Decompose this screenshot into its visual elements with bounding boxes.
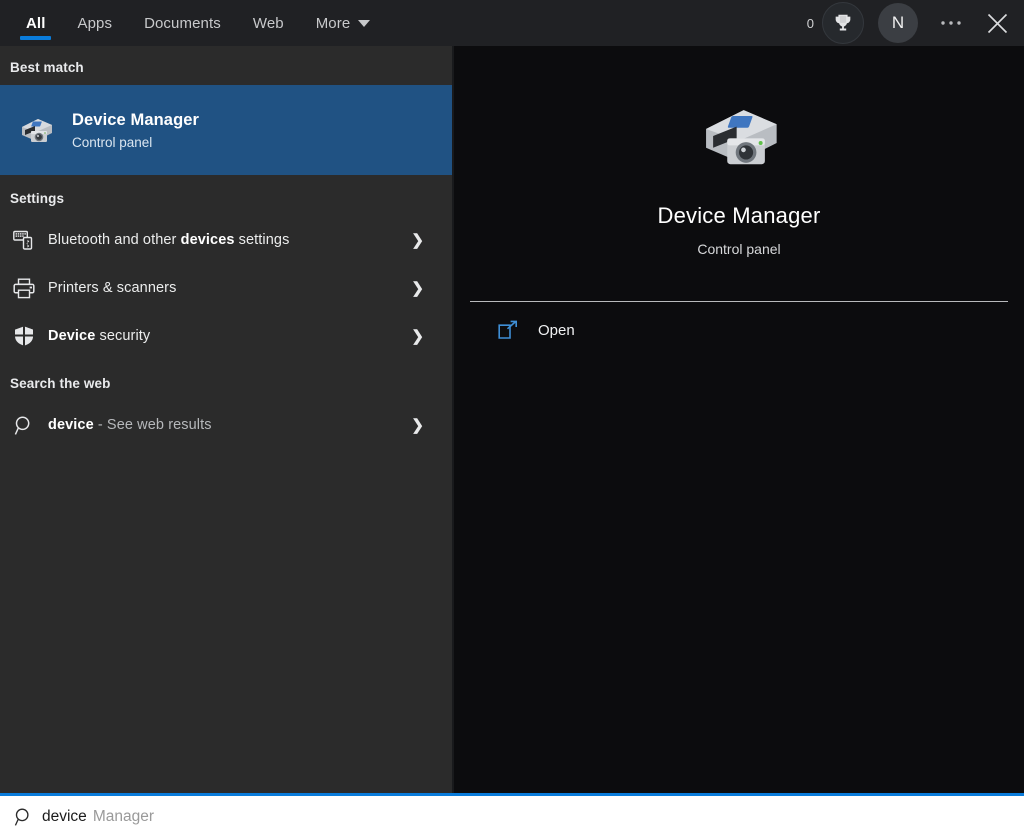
web-query-text: device <box>48 417 94 433</box>
chevron-right-icon: ❯ <box>411 417 424 434</box>
tab-apps-label: Apps <box>77 14 113 32</box>
search-suggestion-text: Manager <box>92 807 154 825</box>
top-filter-bar: All Apps Documents Web More 0 N <box>0 0 1024 46</box>
result-printers-scanners[interactable]: Printers & scanners ❯ <box>0 264 452 312</box>
device-manager-icon <box>691 96 787 181</box>
tab-more-label: More <box>315 14 351 32</box>
preview-pane: Device Manager Control panel Open <box>454 46 1024 793</box>
printer-icon <box>6 278 42 299</box>
tab-list: All Apps Documents Web More <box>0 0 386 46</box>
settings-header: Settings <box>10 191 65 206</box>
tab-all-label: All <box>26 14 46 32</box>
search-the-web-header: Search the web <box>10 376 111 391</box>
open-external-icon <box>498 320 532 340</box>
tab-documents[interactable]: Documents <box>128 0 237 46</box>
search-typed-text: device <box>42 807 87 825</box>
avatar[interactable]: N <box>878 3 918 43</box>
result-best-match-device-manager[interactable]: Device Manager Control panel <box>0 85 452 175</box>
rewards-count: 0 <box>806 15 814 31</box>
tab-web-label: Web <box>252 14 284 32</box>
result-bluetooth-devices-settings[interactable]: Bluetooth and other devices settings ❯ <box>0 216 452 264</box>
close-icon <box>987 13 1007 33</box>
chevron-right-icon: ❯ <box>411 328 424 345</box>
label-part-bold: Device <box>48 328 96 344</box>
tab-apps[interactable]: Apps <box>61 0 128 46</box>
preview-hero: Device Manager Control panel <box>454 46 1024 301</box>
search-box[interactable]: device Manager <box>0 793 1024 837</box>
preview-title: Device Manager <box>657 203 821 228</box>
rewards-button[interactable] <box>822 2 864 44</box>
result-label: Printers & scanners <box>42 280 176 296</box>
search-input[interactable]: device Manager <box>42 808 154 826</box>
bluetooth-devices-icon <box>6 230 42 250</box>
label-part-pre: Printers & scanners <box>48 280 177 296</box>
label-part-bold: devices <box>180 232 235 248</box>
best-match-subtitle: Control panel <box>72 134 153 150</box>
best-match-header: Best match <box>10 60 84 75</box>
chevron-right-icon: ❯ <box>411 280 424 297</box>
search-flyout: All Apps Documents Web More 0 N Best mat… <box>0 0 1024 837</box>
tab-web[interactable]: Web <box>237 0 300 46</box>
tab-more[interactable]: More <box>300 0 387 46</box>
result-web-search[interactable]: device - See web results ❯ <box>0 401 452 449</box>
search-icon <box>6 415 42 436</box>
preview-action-label: Open <box>538 321 575 339</box>
best-match-text: Device Manager Control panel <box>64 111 199 150</box>
search-icon <box>0 807 42 827</box>
web-suffix-text: - See web results <box>93 417 212 433</box>
device-manager-icon <box>8 113 64 147</box>
label-part-post: security <box>95 328 151 344</box>
preview-subtitle: Control panel <box>697 241 781 257</box>
chevron-down-icon <box>358 19 371 27</box>
result-label: Bluetooth and other devices settings <box>42 232 289 248</box>
preview-action-open[interactable]: Open <box>454 302 1024 358</box>
results-list: Best match Device Manager Control panel … <box>0 46 452 793</box>
result-label: device - See web results <box>42 417 212 433</box>
tab-all[interactable]: All <box>10 0 61 46</box>
label-part-pre: Bluetooth and other <box>48 232 181 248</box>
result-label: Device security <box>42 328 150 344</box>
tab-documents-label: Documents <box>144 14 221 32</box>
avatar-initial: N <box>891 13 905 32</box>
shield-icon <box>6 325 42 347</box>
best-match-title: Device Manager <box>72 110 200 129</box>
result-device-security[interactable]: Device security ❯ <box>0 312 452 360</box>
close-button[interactable] <box>974 0 1020 46</box>
chevron-right-icon: ❯ <box>411 232 424 249</box>
trophy-icon <box>835 14 851 31</box>
more-options-button[interactable] <box>928 0 974 46</box>
label-part-post: settings <box>234 232 290 248</box>
ellipsis-icon <box>941 21 961 25</box>
top-right-actions: 0 N <box>807 0 1024 46</box>
